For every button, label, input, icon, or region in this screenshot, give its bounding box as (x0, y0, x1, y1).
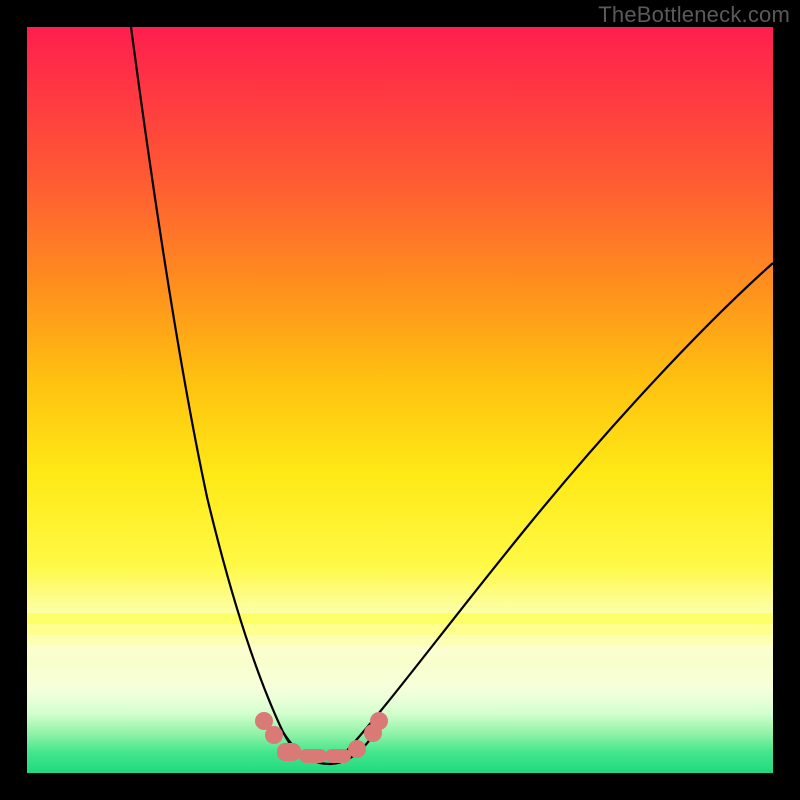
valley-marker (299, 749, 327, 763)
plot-area (27, 27, 773, 773)
watermark-label: TheBottleneck.com (598, 2, 790, 28)
valley-marker (325, 749, 351, 763)
valley-marker (265, 726, 283, 744)
left-curve (131, 27, 307, 762)
chart-frame: TheBottleneck.com (0, 0, 800, 800)
curves-layer (27, 27, 773, 773)
valley-marker (277, 743, 301, 761)
right-curve (343, 263, 773, 755)
valley-marker (370, 712, 388, 730)
valley-marker (348, 740, 366, 758)
